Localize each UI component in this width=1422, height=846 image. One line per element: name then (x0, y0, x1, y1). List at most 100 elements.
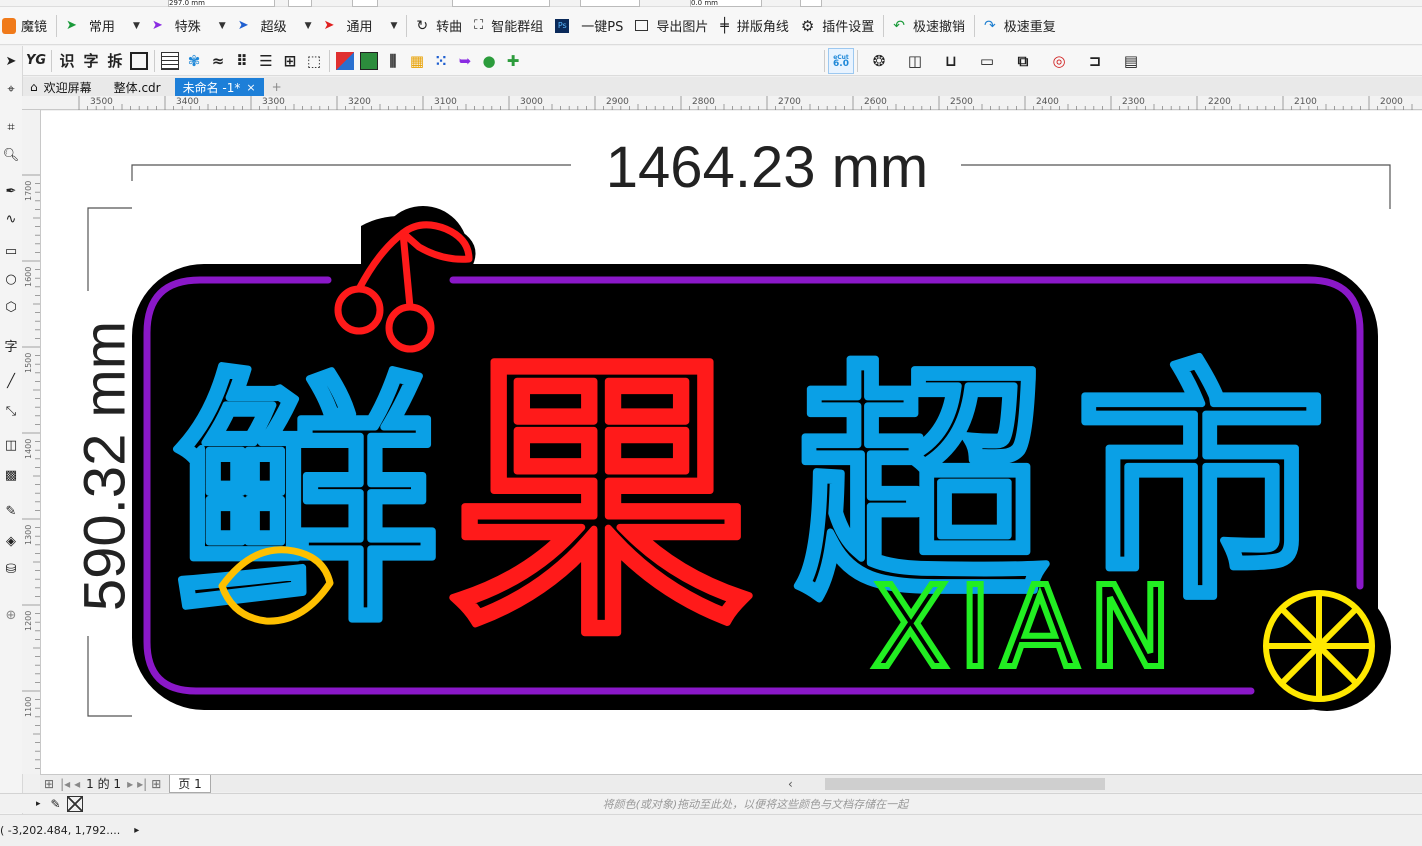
frame-icon[interactable]: ◫ (903, 49, 927, 73)
smart-fill-icon[interactable]: ⛁ (2, 560, 20, 578)
wave-icon[interactable]: ≈ (206, 49, 230, 73)
shapes-icon[interactable]: ❂ (867, 49, 891, 73)
strip-box[interactable] (352, 0, 378, 7)
horizontal-scrollbar-thumb[interactable] (825, 778, 1105, 790)
close-icon[interactable]: × (246, 81, 255, 94)
prev-page-icon[interactable]: ◂ (74, 777, 80, 791)
vertical-ruler[interactable]: 1700 1600 1500 1400 1300 1200 1100 (22, 110, 41, 774)
menu-common[interactable]: ➤ 常用 ▼ (60, 11, 146, 41)
strip-box[interactable] (800, 0, 822, 7)
size-field[interactable]: 297.0 mm (168, 0, 275, 7)
app-menu[interactable]: 魔镜 (0, 11, 53, 41)
select-box-icon[interactable]: ⬚ (302, 49, 326, 73)
tab-welcome[interactable]: ⌂ 欢迎屏幕 (22, 78, 100, 96)
menu-general[interactable]: ➤ 通用 ▼ (318, 11, 404, 41)
ecut-icon[interactable]: eCut 6.0 (828, 47, 854, 74)
new-tab-button[interactable]: + (264, 78, 290, 96)
offset-field[interactable]: 0.0 mm (690, 0, 762, 7)
menu-fast-redo[interactable]: ↷ 极速重复 (978, 11, 1062, 41)
yg-button[interactable]: YG (24, 49, 48, 73)
first-page-icon[interactable]: |◂ (60, 777, 70, 791)
color-block-icon[interactable] (333, 49, 357, 73)
fill-tool-icon[interactable]: ◈ (2, 532, 20, 550)
menu-export-image[interactable]: 导出图片 (629, 11, 714, 41)
eyedropper-tool-icon[interactable]: ✎ (2, 502, 20, 520)
scroll-left-icon[interactable]: ‹ (788, 777, 793, 791)
dash-icon[interactable]: ▭ (975, 49, 999, 73)
horizontal-ruler[interactable]: 3500 3400 3300 3200 3100 3000 2900 2800 2700 2600… (22, 96, 1422, 110)
layers-icon[interactable] (127, 49, 151, 73)
ball-icon[interactable]: ● (477, 49, 501, 73)
strip-box[interactable] (580, 0, 640, 7)
ruler-label: 3200 (348, 97, 371, 107)
menu-special[interactable]: ➤ 特殊 ▼ (146, 11, 232, 41)
width-dimension-label: 1464.23 mm (606, 135, 928, 200)
distribute-icon[interactable]: ⫼ (381, 49, 405, 73)
tab-untitled[interactable]: 未命名 -1* × (174, 78, 264, 96)
lines-icon[interactable]: ☰ (254, 49, 278, 73)
dots-icon[interactable]: ⁙ (429, 49, 453, 73)
ruler-label: 2700 (778, 97, 801, 107)
ellipse-tool-icon[interactable]: ○ (2, 270, 20, 288)
text-tool-icon[interactable]: 字 (2, 336, 20, 355)
page-tab[interactable]: 页 1 (169, 774, 211, 793)
node-icon[interactable]: ⠿ (230, 49, 254, 73)
strip-box[interactable] (288, 0, 312, 7)
status-bar: ( -3,202.484, 1,792.... ▸ (0, 814, 1422, 846)
polygon-tool-icon[interactable]: ⬡ (2, 298, 20, 316)
pick-tool-icon[interactable]: ➤ (2, 52, 20, 70)
menu-plugin-settings[interactable]: ⚙ 插件设置 (795, 11, 880, 41)
line-tool-icon[interactable]: ╱ (2, 372, 20, 390)
drawing-canvas[interactable]: 1464.23 mm 590.32 mm 鲜 果 超 市 XIAN (41, 111, 1422, 774)
pattern-icon[interactable]: ✾ (182, 49, 206, 73)
next-page-icon[interactable]: ▸ (127, 777, 133, 791)
ruler-label: 1100 (24, 696, 33, 717)
last-page-icon[interactable]: ▸| (137, 777, 147, 791)
ps-icon: Ps (555, 18, 570, 33)
strip-box[interactable] (452, 0, 550, 7)
arrow-swap-icon[interactable]: ➥ (453, 49, 477, 73)
zoom-tool-icon[interactable]: 🔍︎ (2, 146, 20, 164)
menu-fast-undo[interactable]: ↶ 极速撤销 (887, 11, 971, 41)
shadow-tool-icon[interactable]: ◫ (2, 436, 20, 454)
no-color-swatch[interactable] (66, 795, 83, 812)
curve-tool-icon[interactable]: ∿ (2, 210, 20, 228)
tab-whole-cdr[interactable]: 整体.cdr (106, 78, 169, 96)
pen-tool-icon[interactable]: ✒ (2, 182, 20, 200)
ecut-badge-bottom: 6.0 (833, 58, 849, 69)
add-tool-icon[interactable]: ⊕ (2, 606, 20, 624)
measure-icon[interactable]: ⊔ (939, 49, 963, 73)
connector-tool-icon[interactable]: ⤡ (2, 402, 20, 420)
table-icon[interactable] (158, 49, 182, 73)
rectangle-tool-icon[interactable]: ▭ (2, 242, 20, 260)
ruler-label: 1600 (24, 266, 33, 287)
target-icon[interactable]: ◎ (1047, 49, 1071, 73)
picture-icon[interactable] (357, 49, 381, 73)
menu-convert-curve[interactable]: ↻ 转曲 (410, 11, 468, 41)
menu-cropmarks[interactable]: ╪ 拼版角线 (714, 11, 794, 41)
tray-icon[interactable]: ⊐ (1083, 49, 1107, 73)
align-icon[interactable]: ⊞ (278, 49, 302, 73)
ruler-label: 2600 (864, 97, 887, 107)
grid-icon[interactable]: ▦ (405, 49, 429, 73)
panel-icon[interactable]: ▤ (1119, 49, 1143, 73)
menu-label: 插件设置 (822, 20, 875, 35)
transparency-tool-icon[interactable]: ▩ (2, 466, 20, 484)
puzzle-icon[interactable]: ✚ (501, 49, 525, 73)
add-page-icon[interactable]: ⊞ (44, 777, 54, 791)
stack-icon[interactable]: ⧉ (1011, 49, 1035, 73)
shape-tool-icon[interactable]: ⌖ (2, 80, 20, 98)
add-page-end-icon[interactable]: ⊞ (151, 777, 161, 791)
recognize-button[interactable]: 识 (55, 49, 79, 73)
status-arrow-icon[interactable]: ▸ (134, 825, 139, 836)
palette-expand-icon[interactable]: ▸ (36, 799, 41, 809)
menu-one-key-ps[interactable]: Ps 一键PS (549, 11, 629, 41)
split-button[interactable]: 拆 (103, 49, 127, 73)
menu-smart-group[interactable]: ⛶ 智能群组 (468, 11, 549, 41)
eyedropper-icon[interactable]: ✎ (51, 797, 61, 811)
neon-sign-artwork[interactable]: 1464.23 mm 590.32 mm 鲜 果 超 市 XIAN (41, 111, 1422, 774)
menu-super[interactable]: ➤ 超级 ▼ (232, 11, 318, 41)
ruler-label: 2900 (606, 97, 629, 107)
char-button[interactable]: 字 (79, 49, 103, 73)
crop-tool-icon[interactable]: ⌗ (2, 118, 20, 136)
